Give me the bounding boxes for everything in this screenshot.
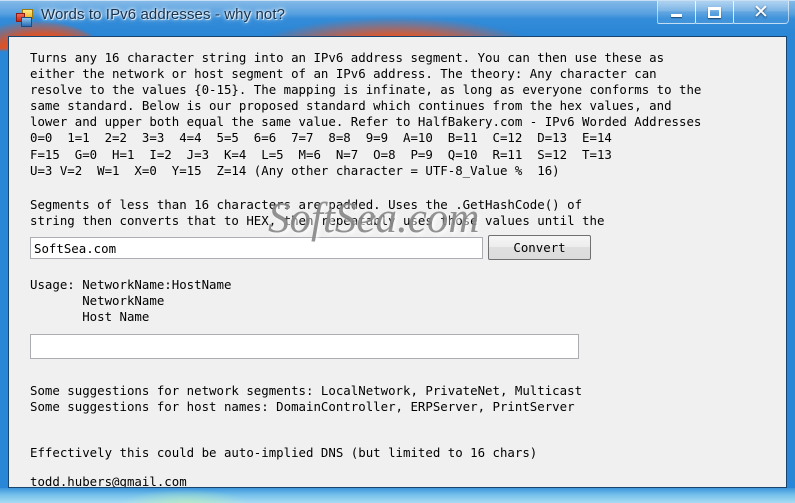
- window-title: Words to IPv6 addresses - why not?: [41, 6, 286, 23]
- close-button[interactable]: ✕: [733, 1, 789, 24]
- suggestions-text: Some suggestions for network segments: L…: [30, 383, 583, 415]
- output-text-field[interactable]: [30, 334, 579, 359]
- author-email-text: todd.hubers@gmail.com: [30, 474, 187, 488]
- application-window: Words to IPv6 addresses - why not? ✕ Tur…: [0, 0, 795, 503]
- maximize-button[interactable]: [695, 1, 734, 24]
- input-text-field[interactable]: [30, 237, 483, 259]
- convert-button[interactable]: Convert: [488, 235, 591, 260]
- window-controls: ✕: [657, 1, 789, 24]
- maximize-icon: [696, 1, 733, 23]
- app-icon-blue-square: [21, 17, 32, 27]
- minimize-button[interactable]: [657, 1, 696, 24]
- dns-note-text: Effectively this could be auto-implied D…: [30, 445, 538, 460]
- form-content: Turns any 16 character string into an IP…: [9, 37, 786, 487]
- app-squares-icon: [16, 9, 34, 27]
- segments-paragraph: Segments of less than 16 characters are …: [30, 197, 605, 229]
- intro-paragraph: Turns any 16 character string into an IP…: [30, 50, 702, 178]
- client-area: Turns any 16 character string into an IP…: [8, 36, 787, 488]
- close-icon: ✕: [753, 1, 769, 23]
- window-bottom-frame: [0, 488, 795, 503]
- usage-help-text: Usage: NetworkName:HostName NetworkName …: [30, 277, 232, 325]
- minimize-icon: [658, 1, 695, 23]
